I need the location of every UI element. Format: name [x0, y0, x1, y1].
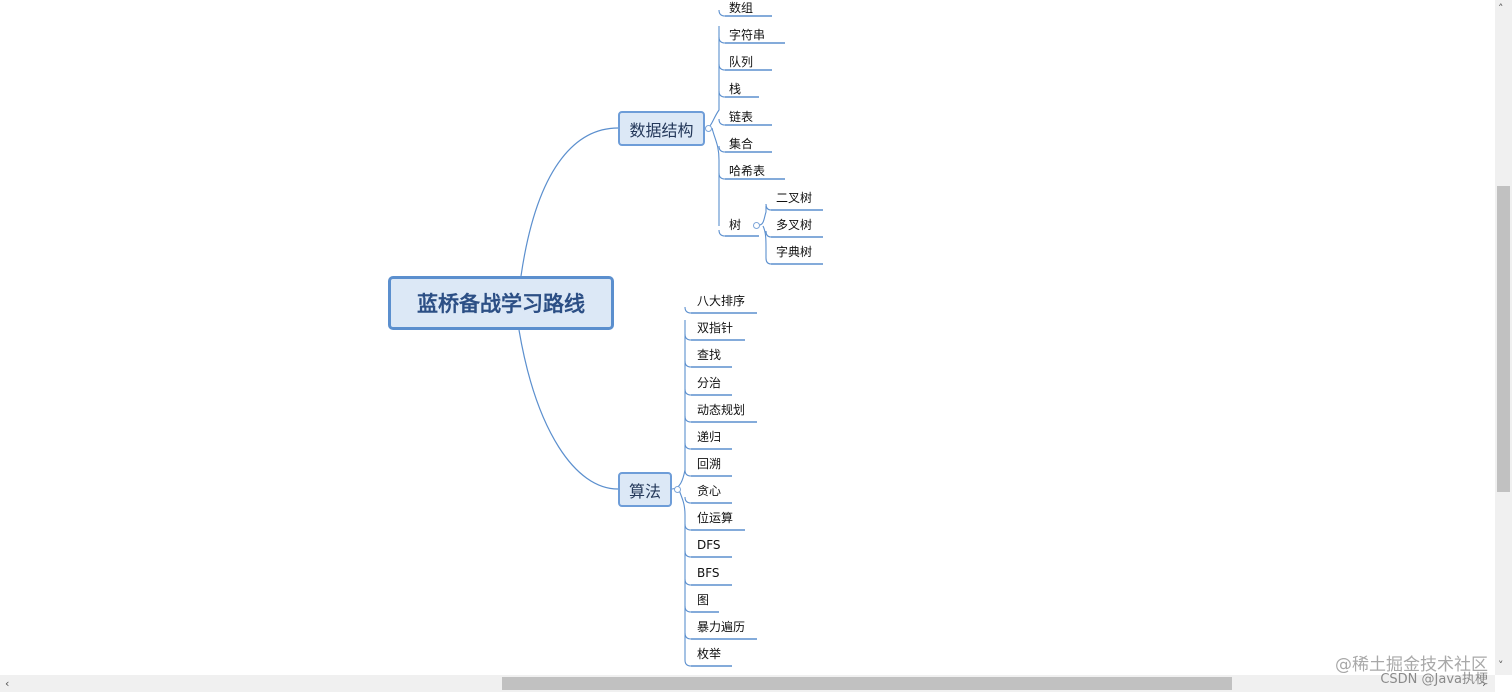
leaf-topic[interactable]: 二叉树 — [776, 191, 812, 205]
connector-line — [684, 523, 692, 531]
subtopic-tree[interactable]: 树 — [729, 218, 741, 232]
connector-line — [718, 118, 726, 126]
leaf-topic[interactable]: 递归 — [697, 430, 721, 444]
leaf-topic[interactable]: 字典树 — [776, 245, 812, 259]
branch-data-structures[interactable]: 数据结构 — [618, 111, 705, 146]
collapse-toggle-icon[interactable] — [705, 125, 712, 132]
root-topic[interactable]: 蓝桥备战学习路线 — [388, 276, 614, 330]
horizontal-scrollbar-thumb[interactable] — [502, 677, 1232, 690]
connector-line — [765, 257, 772, 265]
leaf-topic[interactable]: 多叉树 — [776, 218, 812, 232]
connector-line — [684, 659, 692, 667]
connector-line — [520, 127, 619, 277]
connector-line — [718, 90, 726, 98]
connector-line — [718, 36, 726, 44]
connector-line — [518, 329, 619, 490]
watermark-csdn: CSDN @Java执梗 — [1380, 672, 1488, 687]
leaf-topic[interactable]: 队列 — [729, 55, 753, 69]
leaf-topic[interactable]: 栈 — [729, 82, 741, 96]
leaf-topic[interactable]: 位运算 — [697, 511, 733, 525]
leaf-topic[interactable]: 哈希表 — [729, 164, 765, 178]
connector-line — [684, 632, 692, 640]
connector-line — [765, 203, 772, 211]
leaf-topic[interactable]: 数组 — [729, 1, 753, 15]
connector-line — [718, 172, 726, 180]
connector-line — [758, 206, 767, 226]
leaf-topic[interactable]: 链表 — [729, 110, 753, 124]
leaf-topic[interactable]: 集合 — [729, 137, 753, 151]
connector-line — [684, 550, 692, 558]
leaf-topic[interactable]: BFS — [697, 566, 720, 580]
leaf-topic[interactable]: 贪心 — [697, 484, 721, 498]
connector-lines — [518, 9, 823, 667]
leaf-topic[interactable]: 八大排序 — [697, 294, 745, 308]
scroll-down-icon[interactable]: ˅ — [1498, 660, 1504, 671]
leaf-topic[interactable]: DFS — [697, 538, 721, 552]
leaf-topic[interactable]: 图 — [697, 593, 709, 607]
connector-line — [684, 333, 692, 341]
mindmap-canvas: 蓝桥备战学习路线 数据结构 算法 数组 字符串 队列 栈 链表 集合 哈希表 树… — [0, 0, 1495, 675]
connector-line — [684, 306, 692, 314]
leaf-topic[interactable]: 暴力遍历 — [697, 620, 745, 634]
connector-line — [684, 442, 692, 450]
leaf-topic[interactable]: 分治 — [697, 376, 721, 390]
connector-line — [718, 9, 726, 17]
leaf-topic[interactable]: 字符串 — [729, 28, 765, 42]
leaf-topic[interactable]: 回溯 — [697, 457, 721, 471]
connector-line — [684, 360, 692, 368]
connector-line — [765, 230, 772, 238]
vertical-scrollbar-thumb[interactable] — [1497, 186, 1510, 492]
connector-line — [684, 415, 692, 423]
connector-line — [718, 63, 726, 71]
connector-line — [684, 578, 692, 586]
connector-line — [671, 320, 686, 490]
leaf-topic[interactable]: 查找 — [697, 348, 721, 362]
connector-line — [678, 489, 686, 660]
connector-line — [684, 605, 692, 613]
connector-line — [684, 496, 692, 504]
scroll-left-icon[interactable]: ‹ — [5, 678, 9, 689]
collapse-toggle-icon[interactable] — [753, 222, 760, 229]
connector-line — [718, 145, 726, 153]
collapse-toggle-icon[interactable] — [674, 486, 681, 493]
leaf-topic[interactable]: 动态规划 — [697, 403, 745, 417]
connector-line — [711, 127, 720, 226]
connector-line — [718, 229, 726, 237]
connector-line — [704, 26, 720, 129]
leaf-topic[interactable]: 双指针 — [697, 321, 733, 335]
scroll-up-icon[interactable]: ˄ — [1498, 3, 1504, 14]
branch-algorithms[interactable]: 算法 — [618, 472, 672, 507]
leaf-topic[interactable]: 枚举 — [697, 647, 721, 661]
connector-line — [684, 388, 692, 396]
connector-line — [684, 469, 692, 477]
connector-line — [762, 225, 767, 258]
